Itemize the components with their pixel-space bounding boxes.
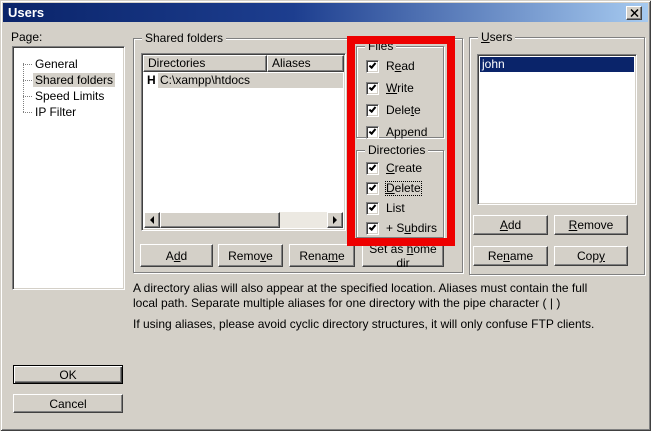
right-arrow-icon bbox=[333, 216, 337, 224]
left-arrow-icon bbox=[150, 216, 154, 224]
directories-group: Directories Create Delete List + Subdirs bbox=[356, 150, 444, 238]
scroll-track[interactable] bbox=[280, 212, 327, 228]
directory-path: C:\xampp\htdocs bbox=[158, 73, 343, 88]
checkbox-checked-icon[interactable] bbox=[366, 182, 379, 195]
cyclic-help-text: If using aliases, please avoid cyclic di… bbox=[133, 317, 605, 332]
checkbox-label: + Subdirs bbox=[386, 222, 437, 235]
rename-directory-button[interactable]: Rename bbox=[289, 244, 355, 267]
button-label: Remove bbox=[228, 249, 273, 263]
button-label: Rename bbox=[299, 249, 344, 263]
button-label: Set as home dir bbox=[363, 242, 443, 270]
checkbox-checked-icon[interactable] bbox=[366, 126, 379, 139]
users-group-label: Users bbox=[478, 30, 515, 44]
button-label: Rename bbox=[488, 249, 533, 263]
tree-connector bbox=[23, 64, 32, 65]
checkbox-checked-icon[interactable] bbox=[366, 202, 379, 215]
scroll-thumb[interactable] bbox=[160, 212, 280, 228]
checkbox-label: Append bbox=[386, 126, 427, 139]
tree-item-label: Speed Limits bbox=[33, 89, 106, 103]
horizontal-scrollbar[interactable] bbox=[144, 212, 343, 228]
button-label: Cancel bbox=[49, 397, 86, 411]
checkbox-checked-icon[interactable] bbox=[366, 104, 379, 117]
button-label: Add bbox=[500, 218, 521, 232]
read-checkbox[interactable]: Read bbox=[366, 60, 441, 73]
delete-files-checkbox[interactable]: Delete bbox=[366, 104, 441, 117]
files-group-label: Files bbox=[365, 39, 396, 53]
page-tree: General Shared folders Speed Limits IP F… bbox=[12, 46, 125, 290]
tree-item-label: IP Filter bbox=[33, 105, 78, 119]
titlebar[interactable]: Users bbox=[3, 3, 648, 22]
button-label: Remove bbox=[569, 218, 614, 232]
files-group: Files Read Write Delete Append bbox=[356, 46, 444, 138]
tree-connector bbox=[23, 96, 32, 97]
checkbox-checked-icon[interactable] bbox=[366, 60, 379, 73]
scroll-right-button[interactable] bbox=[327, 212, 343, 228]
shared-folders-group-label: Shared folders bbox=[142, 31, 226, 45]
checkbox-label: Delete bbox=[386, 182, 421, 195]
checkbox-label: List bbox=[386, 202, 405, 215]
checkbox-label: Create bbox=[386, 162, 422, 175]
directories-list: Directories Aliases H C:\xampp\htdocs bbox=[141, 53, 346, 231]
user-row-john[interactable]: john bbox=[480, 57, 634, 72]
checkbox-label: Read bbox=[386, 60, 415, 73]
directories-list-header: Directories Aliases bbox=[143, 55, 344, 72]
remove-user-button[interactable]: Remove bbox=[554, 215, 628, 235]
tree-item-label: Shared folders bbox=[33, 73, 115, 87]
add-directory-button[interactable]: Add bbox=[140, 244, 213, 267]
users-dialog: Users Page: General Shared folders Speed… bbox=[0, 0, 651, 431]
append-checkbox[interactable]: Append bbox=[366, 126, 441, 139]
close-button[interactable] bbox=[626, 6, 642, 20]
tree-item-general[interactable]: General bbox=[13, 56, 124, 72]
add-user-button[interactable]: Add bbox=[473, 215, 548, 235]
cancel-button[interactable]: Cancel bbox=[13, 394, 123, 413]
tree-item-shared-folders[interactable]: Shared folders bbox=[13, 72, 124, 88]
checkbox-checked-icon[interactable] bbox=[366, 162, 379, 175]
home-marker: H bbox=[144, 73, 158, 88]
directories-group-label: Directories bbox=[365, 143, 428, 157]
write-checkbox[interactable]: Write bbox=[366, 82, 441, 95]
rename-user-button[interactable]: Rename bbox=[473, 246, 548, 266]
checkbox-checked-icon[interactable] bbox=[366, 82, 379, 95]
directory-row[interactable]: H C:\xampp\htdocs bbox=[144, 73, 343, 88]
button-label: OK bbox=[59, 368, 76, 382]
delete-dirs-checkbox[interactable]: Delete bbox=[366, 182, 441, 195]
window-title: Users bbox=[8, 5, 44, 20]
checkbox-label: Delete bbox=[386, 104, 421, 117]
ok-button[interactable]: OK bbox=[13, 365, 123, 384]
column-header-directories[interactable]: Directories bbox=[143, 55, 267, 72]
create-checkbox[interactable]: Create bbox=[366, 162, 441, 175]
tree-item-ip-filter[interactable]: IP Filter bbox=[13, 104, 124, 120]
copy-user-button[interactable]: Copy bbox=[554, 246, 628, 266]
alias-help-text: A directory alias will also appear at th… bbox=[133, 281, 605, 311]
column-header-aliases[interactable]: Aliases bbox=[267, 55, 344, 72]
page-label: Page: bbox=[11, 30, 42, 44]
tree-connector bbox=[23, 80, 32, 81]
users-list: john bbox=[477, 54, 637, 205]
checkbox-label: Write bbox=[386, 82, 414, 95]
button-label: Add bbox=[166, 249, 187, 263]
set-home-dir-button[interactable]: Set as home dir bbox=[362, 244, 444, 267]
list-checkbox[interactable]: List bbox=[366, 202, 441, 215]
remove-directory-button[interactable]: Remove bbox=[218, 244, 283, 267]
tree-item-speed-limits[interactable]: Speed Limits bbox=[13, 88, 124, 104]
checkbox-checked-icon[interactable] bbox=[366, 222, 379, 235]
button-label: Copy bbox=[577, 249, 605, 263]
close-icon bbox=[630, 9, 639, 17]
tree-connector bbox=[23, 112, 32, 113]
scroll-left-button[interactable] bbox=[144, 212, 160, 228]
tree-item-label: General bbox=[33, 57, 80, 71]
subdirs-checkbox[interactable]: + Subdirs bbox=[366, 222, 441, 235]
